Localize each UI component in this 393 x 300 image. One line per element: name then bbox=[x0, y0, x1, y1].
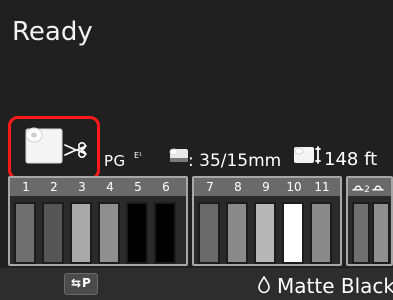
ink-type: Matte Black bbox=[277, 274, 393, 298]
scissors-icon bbox=[64, 142, 87, 158]
ink-drop-icon bbox=[258, 276, 270, 294]
ink-slot-1-label: 1 bbox=[22, 180, 30, 194]
media-dimensions: : 35/15mm bbox=[188, 151, 282, 171]
remaining-length: 148 ft bbox=[324, 149, 378, 170]
ink-slot-8-level bbox=[226, 202, 248, 264]
ink-slot-5-label: 5 bbox=[134, 180, 142, 194]
ink-slot-4-level bbox=[98, 202, 120, 264]
roll-length-icon bbox=[294, 146, 321, 164]
printer-status-screen: Ready PG E¹ : 35/15mm 148 ft 1 2 3 4 5 6… bbox=[0, 0, 393, 300]
ink-slot-7-label: 7 bbox=[206, 180, 214, 194]
ink-slot-10-label: 10 bbox=[286, 180, 302, 194]
ink-slot-9-label: 9 bbox=[262, 180, 270, 194]
maintenance-tray-icon-2 bbox=[372, 185, 384, 191]
swap-button-label: ⇆P bbox=[71, 276, 92, 290]
small-roll-icon bbox=[169, 148, 188, 162]
ink-group-2: 7 8 9 10 11 bbox=[192, 176, 342, 266]
ink-slot-11-label: 11 bbox=[314, 180, 330, 194]
ink-slot-5-level bbox=[126, 202, 148, 264]
ink-slot-8-label: 8 bbox=[234, 180, 242, 194]
ink-slot-11-level bbox=[310, 202, 332, 264]
swap-button[interactable]: ⇆P bbox=[64, 273, 98, 295]
ink-slot-7-level bbox=[198, 202, 220, 264]
ink-slot-2-label: 2 bbox=[50, 180, 58, 194]
ink-slot-3-level bbox=[70, 202, 92, 264]
ink-levels-panel: 1 2 3 4 5 6 7 8 9 10 11 2 bbox=[8, 176, 393, 266]
ink-slot-2-level bbox=[42, 202, 64, 264]
ink-slot-4-label: 4 bbox=[106, 180, 114, 194]
media-mode-superscript: E¹ bbox=[134, 151, 143, 160]
ink-slot-6-level bbox=[154, 202, 176, 264]
ink-slot-3-label: 3 bbox=[78, 180, 86, 194]
roll-paper-icon bbox=[25, 127, 63, 164]
ink-slot-1-level bbox=[14, 202, 36, 264]
ink-group-3: 2 bbox=[346, 176, 393, 266]
ink-slot-6-label: 6 bbox=[162, 180, 170, 194]
media-mode: PG bbox=[104, 152, 126, 170]
ink-group-1: 1 2 3 4 5 6 bbox=[8, 176, 188, 266]
ink-slot-9-level bbox=[254, 202, 276, 264]
ink-slot-10-level bbox=[282, 202, 304, 264]
maintenance-tray-2-level bbox=[372, 202, 390, 264]
status-text: Ready bbox=[12, 17, 93, 47]
maintenance-tray-1-level bbox=[352, 202, 370, 264]
